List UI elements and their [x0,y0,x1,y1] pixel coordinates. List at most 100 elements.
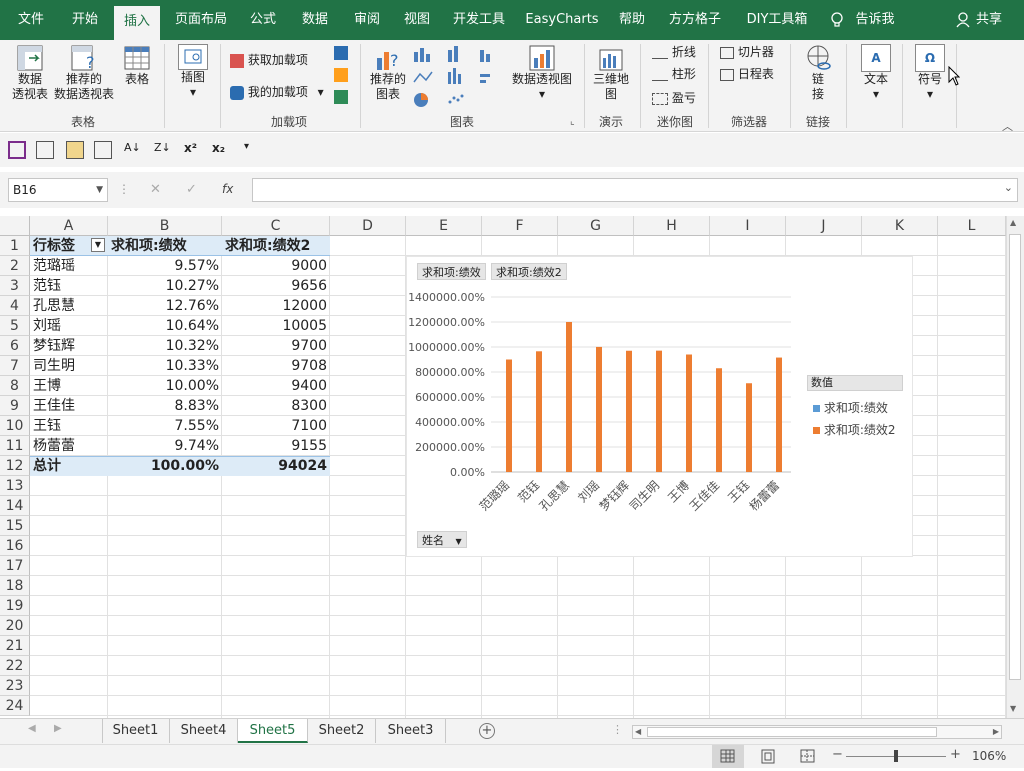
zoom-slider-thumb[interactable] [894,750,898,762]
pivot-value-cell[interactable]: 10.64% [108,316,222,336]
pivot-row-label[interactable]: 刘瑶 [30,316,108,336]
symbol-button[interactable]: Ω 符号 ▾ [910,44,950,102]
people-graph-icon[interactable] [334,90,348,104]
customize-qat-icon[interactable]: ▾ [244,141,262,159]
column-header-c[interactable]: C [222,216,330,236]
recommended-pivot-table-button[interactable]: ? 推荐的 数据透视表 [52,44,116,102]
sort-descending-icon[interactable]: Z↓ [154,141,172,159]
row-header-8[interactable]: 8 [0,376,30,396]
table-button[interactable]: 表格 [118,44,156,87]
tab-formulas[interactable]: 公式 [242,0,284,40]
insert-function-icon[interactable]: fx [222,182,233,196]
tab-file[interactable]: 文件 [10,0,52,40]
pivot-value-cell[interactable]: 9400 [222,376,330,396]
pivot-row-label[interactable]: 杨蕾蕾 [30,436,108,456]
row-header-23[interactable]: 23 [0,676,30,696]
row-header-4[interactable]: 4 [0,296,30,316]
illustrations-button[interactable]: 插图 ▾ [174,44,212,100]
horizontal-scrollbar[interactable]: ◀ ▶ [632,725,1002,739]
pivot-total-label[interactable]: 总计 [30,456,108,476]
pivot-value-cell[interactable]: 12.76% [108,296,222,316]
timeline-button[interactable]: 日程表 [720,66,774,82]
pivot-value-cell[interactable]: 12000 [222,296,330,316]
next-sheet-icon[interactable]: ▶ [54,723,62,734]
row-header-10[interactable]: 10 [0,416,30,436]
pivot-value-cell[interactable]: 9700 [222,336,330,356]
row-header-2[interactable]: 2 [0,256,30,276]
pivot-chart[interactable]: 求和项:绩效 求和项:绩效2 1400000.00%1200000.00%100… [406,256,913,557]
pivot-row-label[interactable]: 王钰 [30,416,108,436]
pivot-row-label[interactable]: 梦钰辉 [30,336,108,356]
page-layout-view-button[interactable] [752,745,784,768]
tell-me-search[interactable]: 告诉我 [850,0,900,40]
pivot-value-cell[interactable]: 10005 [222,316,330,336]
legend-item-1[interactable]: 求和项:绩效 [813,399,888,416]
pivot-table-button[interactable]: 数据 透视表 [8,44,52,102]
pivot-row-label[interactable]: 司生明 [30,356,108,376]
pivot-value-cell[interactable]: 10.27% [108,276,222,296]
row-header-6[interactable]: 6 [0,336,30,356]
axis-field-button[interactable]: 姓名 ▼ [417,531,467,548]
column-header-j[interactable]: J [786,216,862,236]
pivot-value-cell[interactable]: 7.55% [108,416,222,436]
3d-map-button[interactable]: 三维地 图 [590,44,632,102]
sheet-tab-sheet1[interactable]: Sheet1 [102,719,170,743]
row-header-11[interactable]: 11 [0,436,30,456]
horizontal-scroll-thumb[interactable] [647,727,937,737]
tab-split-handle[interactable]: ⋮ [612,723,623,736]
zoom-out-button[interactable]: − [832,747,843,762]
pivot-chart-button[interactable]: 数据透视图 ▾ [510,44,574,102]
row-header-17[interactable]: 17 [0,556,30,576]
row-header-13[interactable]: 13 [0,476,30,496]
sort-ascending-icon[interactable]: A↓ [124,141,142,159]
formula-input[interactable]: ⌄ [252,178,1018,202]
tab-help[interactable]: 帮助 [612,0,652,40]
pivot-value-cell[interactable]: 9.74% [108,436,222,456]
normal-view-button[interactable] [712,745,744,768]
superscript-icon[interactable]: x² [184,141,202,159]
save-icon[interactable] [8,141,26,159]
column-header-d[interactable]: D [330,216,406,236]
sheet-tab-sheet2[interactable]: Sheet2 [308,719,376,743]
zoom-level[interactable]: 106% [972,749,1006,763]
expand-formula-bar-icon[interactable]: ⌄ [1004,181,1013,194]
tab-developer[interactable]: 开发工具 [448,0,510,40]
row-header-14[interactable]: 14 [0,496,30,516]
pivot-value-cell[interactable]: 10.33% [108,356,222,376]
vertical-scroll-thumb[interactable] [1009,234,1021,680]
zoom-in-button[interactable]: + [950,747,961,762]
sparkline-winloss-button[interactable]: 盈亏 [652,90,696,106]
row-header-5[interactable]: 5 [0,316,30,336]
recommended-charts-button[interactable]: ? 推荐的 图表 [368,44,408,102]
pivot-value-cell[interactable]: 9155 [222,436,330,456]
scroll-up-icon[interactable]: ▲ [1010,218,1016,227]
pivot-value-cell[interactable]: 9000 [222,256,330,276]
column-header-g[interactable]: G [558,216,634,236]
column-header-k[interactable]: K [862,216,938,236]
print-preview-icon[interactable] [36,141,54,159]
scroll-down-icon[interactable]: ▼ [1010,704,1016,713]
pivot-value-cell[interactable]: 8.83% [108,396,222,416]
bing-icon[interactable] [334,68,348,82]
column-header-e[interactable]: E [406,216,482,236]
row-header-19[interactable]: 19 [0,596,30,616]
enter-icon[interactable]: ✓ [186,182,197,197]
tab-diy-toolbox[interactable]: DIY工具箱 [740,0,814,40]
sheet-tab-sheet4[interactable]: Sheet4 [170,719,238,743]
pivot-total-value-2[interactable]: 94024 [222,456,330,476]
select-all-corner[interactable] [0,216,30,236]
filter-dropdown-icon[interactable]: ▼ [91,238,105,252]
row-header-1[interactable]: 1 [0,236,30,256]
pivot-total-value-1[interactable]: 100.00% [108,456,222,476]
format-icon[interactable] [94,141,112,159]
column-header-f[interactable]: F [482,216,558,236]
get-addins-button[interactable]: 获取加载项 [230,52,308,68]
scroll-left-icon[interactable]: ◀ [635,726,641,738]
row-header-15[interactable]: 15 [0,516,30,536]
collapse-ribbon-icon[interactable]: ︿ [1002,118,1013,134]
my-addins-button[interactable]: 我的加载项 ▾ [230,84,324,100]
column-header-i[interactable]: I [710,216,786,236]
pivot-value-cell[interactable]: 8300 [222,396,330,416]
legend-item-2[interactable]: 求和项:绩效2 [813,421,896,438]
cancel-icon[interactable]: ✕ [150,182,161,197]
